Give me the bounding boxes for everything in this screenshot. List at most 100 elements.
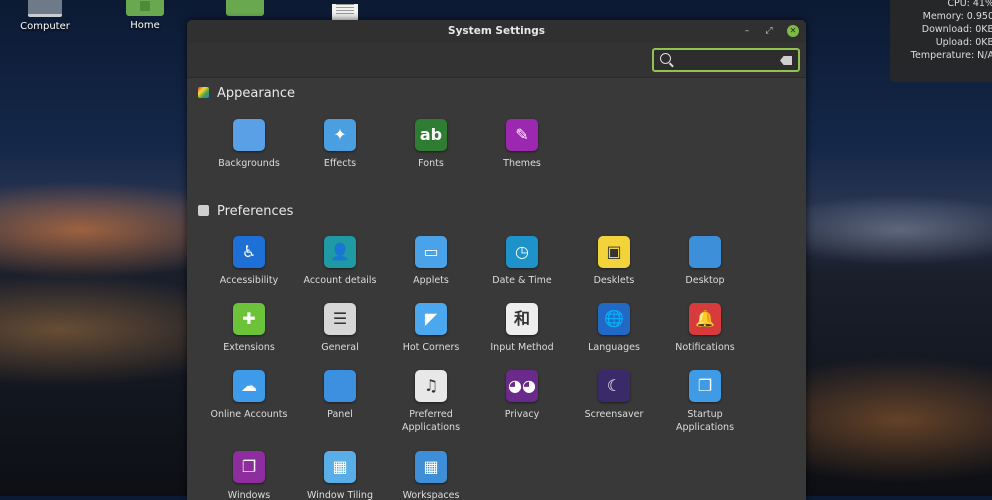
icon-glyph: ▣: [606, 242, 622, 261]
icon-glyph: ☾: [606, 376, 622, 395]
backgrounds-icon: [233, 119, 265, 151]
accessibility-icon: ♿: [233, 236, 265, 268]
icon-glyph: ☁: [241, 376, 257, 395]
settings-item-hot-corners[interactable]: ◤ Hot Corners: [385, 303, 477, 354]
workspaces-icon: ▦: [415, 451, 447, 483]
system-monitor-desklet: CPU: 41% Memory: 0.950 Download: 0KB Upl…: [890, 0, 992, 82]
settings-item-themes[interactable]: ✎ Themes: [476, 119, 568, 170]
settings-item-fonts[interactable]: ab Fonts: [385, 119, 477, 170]
settings-item-extensions[interactable]: ✚ Extensions: [203, 303, 295, 354]
toolbar: [187, 43, 806, 78]
settings-item-window-tiling[interactable]: ▦ Window Tiling: [294, 451, 386, 500]
settings-item-clock[interactable]: ◷ Date & Time: [476, 236, 568, 287]
section-title: Preferences: [217, 204, 294, 219]
settings-item-account-details[interactable]: 👤 Account details: [294, 236, 386, 287]
settings-item-label: Effects: [323, 158, 357, 169]
desktop-icon-folder[interactable]: [210, 0, 280, 20]
settings-item-label: Privacy: [504, 409, 540, 420]
folder-icon: [226, 0, 264, 16]
home-folder-icon: [126, 0, 164, 16]
settings-item-windows[interactable]: ❐ Windows: [203, 451, 295, 500]
icon-glyph: 👤: [330, 242, 350, 261]
settings-item-preferred-applications[interactable]: ♫ Preferred Applications: [385, 370, 477, 434]
themes-icon: ✎: [506, 119, 538, 151]
settings-item-label: Hot Corners: [402, 342, 460, 353]
close-button[interactable]: ✕: [787, 25, 799, 37]
desklets-icon: ▣: [598, 236, 630, 268]
settings-item-label: Applets: [413, 275, 449, 286]
settings-item-general[interactable]: ☰ General: [294, 303, 386, 354]
settings-item-label: Panel: [327, 409, 353, 420]
icon-glyph: ✦: [333, 125, 347, 144]
privacy-icon: ◕◕: [506, 370, 538, 402]
clear-search-icon[interactable]: [780, 56, 792, 65]
desktop-icon: [689, 236, 721, 268]
settings-item-privacy[interactable]: ◕◕ Privacy: [476, 370, 568, 421]
icon-glyph: 🔔: [695, 309, 715, 328]
settings-item-languages[interactable]: 🌐 Languages: [568, 303, 660, 354]
hot-corners-icon: ◤: [415, 303, 447, 335]
icon-glyph: [324, 370, 356, 402]
cloud-icon: ☁: [233, 370, 265, 402]
settings-item-label: Notifications: [675, 342, 735, 353]
section-title: Appearance: [217, 86, 296, 101]
settings-item-panel[interactable]: Panel: [294, 370, 386, 421]
icon-glyph: 🌐: [604, 309, 624, 328]
fonts-icon: ab: [415, 119, 447, 151]
window-titlebar[interactable]: System Settings – ⤢ ✕: [187, 20, 806, 43]
settings-item-label: Themes: [503, 158, 541, 169]
search-input[interactable]: [676, 52, 780, 70]
settings-item-label: Backgrounds: [218, 158, 280, 169]
settings-item-accessibility[interactable]: ♿ Accessibility: [203, 236, 295, 287]
icon-glyph: ✎: [515, 125, 529, 144]
applets-icon: ▭: [415, 236, 447, 268]
window-title: System Settings: [448, 25, 545, 37]
settings-item-backgrounds[interactable]: Backgrounds: [203, 119, 295, 170]
icon-glyph: [233, 119, 265, 151]
settings-item-input-method[interactable]: 和 Input Method: [476, 303, 568, 354]
settings-item-desktop[interactable]: Desktop: [659, 236, 751, 287]
settings-item-label: Date & Time: [492, 275, 552, 286]
icon-glyph: ◷: [515, 242, 529, 261]
icon-glyph: ab: [419, 125, 443, 144]
appearance-icon: [198, 87, 209, 98]
settings-item-label: Preferred Applications: [401, 409, 461, 433]
icon-glyph: 和: [513, 309, 530, 328]
settings-item-label: Online Accounts: [210, 409, 288, 420]
settings-item-effects[interactable]: ✦ Effects: [294, 119, 386, 170]
notifications-icon: 🔔: [689, 303, 721, 335]
windows-icon: ❐: [233, 451, 265, 483]
computer-icon: [28, 0, 62, 17]
icon-glyph: ❐: [697, 376, 713, 395]
system-settings-window: System Settings – ⤢ ✕ Appearance Prefere…: [187, 20, 806, 500]
minimize-button[interactable]: –: [741, 25, 753, 37]
icon-glyph: [689, 236, 721, 268]
settings-item-label: Extensions: [223, 342, 275, 353]
settings-item-notifications[interactable]: 🔔 Notifications: [659, 303, 751, 354]
settings-item-label: Workspaces: [402, 490, 460, 500]
settings-item-cloud[interactable]: ☁ Online Accounts: [203, 370, 295, 421]
search-field[interactable]: [652, 48, 800, 72]
maximize-button[interactable]: ⤢: [763, 25, 775, 37]
languages-icon: 🌐: [598, 303, 630, 335]
preferences-icon: [198, 205, 209, 216]
section-header-appearance: Appearance: [198, 86, 295, 101]
settings-item-screensaver[interactable]: ☾ Screensaver: [568, 370, 660, 421]
settings-item-label: Languages: [588, 342, 640, 353]
desktop-icon-computer[interactable]: Computer: [10, 0, 80, 32]
settings-item-label: Window Tiling: [307, 490, 373, 500]
settings-item-label: General: [321, 342, 359, 353]
settings-item-label: Account details: [303, 275, 377, 286]
startup-applications-icon: ❐: [689, 370, 721, 402]
icon-glyph: ▭: [423, 242, 439, 261]
desktop-icon-home[interactable]: Home: [110, 0, 180, 31]
settings-item-label: Screensaver: [584, 409, 644, 420]
settings-item-label: Input Method: [490, 342, 554, 353]
settings-item-startup-applications[interactable]: ❐ Startup Applications: [659, 370, 751, 434]
icon-glyph: ✚: [242, 309, 256, 328]
settings-item-desklets[interactable]: ▣ Desklets: [568, 236, 660, 287]
settings-item-applets[interactable]: ▭ Applets: [385, 236, 477, 287]
settings-item-workspaces[interactable]: ▦ Workspaces: [385, 451, 477, 500]
upload-readout: Upload: 0KB: [935, 37, 992, 48]
settings-item-label: Fonts: [418, 158, 444, 169]
